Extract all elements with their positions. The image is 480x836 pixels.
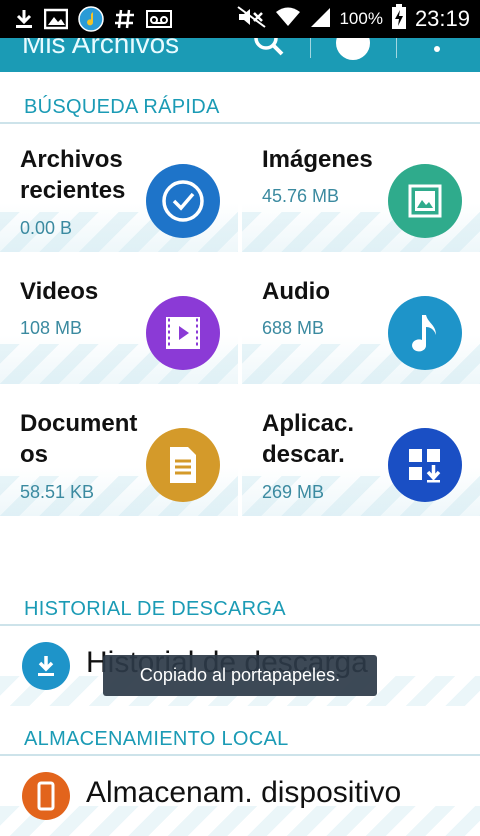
tile-documents[interactable]: Document os 58.51 KB: [0, 388, 238, 516]
search-icon[interactable]: [252, 38, 288, 65]
mute-icon: [237, 5, 267, 33]
phone-icon: [22, 772, 70, 820]
tile-size: 108 MB: [20, 318, 83, 338]
hashtag-icon: [114, 8, 136, 30]
music-app-icon: [78, 6, 104, 32]
document-icon: [146, 428, 220, 502]
voicemail-icon: [146, 9, 172, 29]
tile-label: Videos: [20, 278, 99, 305]
battery-percent: 100%: [339, 9, 383, 28]
tile-recent-files[interactable]: Archivos recientes 0.00 B: [0, 124, 238, 252]
select-toggle-icon[interactable]: [336, 38, 370, 60]
device-storage-item[interactable]: Almacenam. dispositivo: [0, 758, 480, 836]
clock: 23:19: [414, 6, 470, 31]
tile-size: 58.51 KB: [20, 482, 95, 502]
app-bar: Mis Archivos: [0, 38, 480, 72]
row-label: Almacenam. dispositivo: [86, 776, 402, 809]
tile-audio[interactable]: Audio 688 MB: [242, 256, 480, 384]
battery-charging-icon: [391, 3, 407, 35]
download-icon: [14, 8, 34, 30]
toolbar-divider: [310, 38, 311, 58]
section-title: HISTORIAL DE DESCARGA: [24, 598, 286, 620]
quick-search-header: BÚSQUEDA RÁPIDA: [0, 78, 480, 124]
music-note-icon: [388, 296, 462, 370]
tile-label: Audio: [262, 278, 330, 305]
video-icon: [146, 296, 220, 370]
overflow-menu-icon[interactable]: [434, 46, 440, 52]
tile-images[interactable]: Imágenes 45.76 MB: [242, 124, 480, 252]
signal-icon: [309, 6, 331, 33]
toolbar-divider: [396, 38, 397, 58]
tile-size: 45.76 MB: [262, 186, 340, 206]
tile-size: 0.00 B: [20, 218, 73, 238]
section-title: BÚSQUEDA RÁPIDA: [24, 96, 220, 118]
check-icon: [146, 164, 220, 238]
download-apps-icon: [388, 428, 462, 502]
wifi-icon: [275, 6, 301, 33]
tile-size: 269 MB: [262, 482, 325, 502]
tile-label: Imágenes: [262, 146, 373, 173]
divider: [0, 754, 480, 756]
local-storage-header: ALMACENAMIENTO LOCAL: [0, 710, 480, 756]
tile-videos[interactable]: Videos 108 MB: [0, 256, 238, 384]
divider: [0, 624, 480, 626]
download-icon: [22, 642, 70, 690]
app-title: Mis Archivos: [22, 38, 180, 59]
tile-label: Aplicac. descar.: [262, 410, 355, 468]
download-history-header: HISTORIAL DE DESCARGA: [0, 580, 480, 626]
status-bar: 100% 23:19: [0, 0, 480, 38]
toast-message: Copiado al portapapeles.: [103, 655, 377, 696]
tile-label: Document os: [20, 410, 138, 468]
section-title: ALMACENAMIENTO LOCAL: [24, 728, 289, 750]
image-icon: [388, 164, 462, 238]
gallery-icon: [44, 8, 68, 30]
tile-label: Archivos recientes: [20, 146, 126, 204]
tile-downloaded-apps[interactable]: Aplicac. descar. 269 MB: [242, 388, 480, 516]
tile-size: 688 MB: [262, 318, 325, 338]
